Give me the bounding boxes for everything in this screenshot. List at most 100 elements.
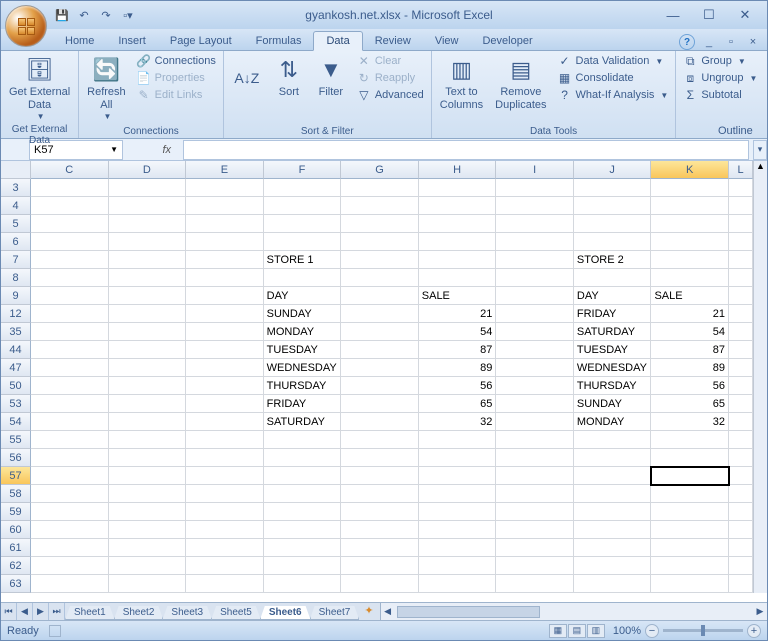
cell-I50[interactable] [496, 377, 574, 395]
cell-C4[interactable] [31, 197, 109, 215]
maximize-button[interactable]: ☐ [697, 7, 721, 23]
cell-G59[interactable] [341, 503, 419, 521]
cell-I6[interactable] [496, 233, 574, 251]
cell-J60[interactable] [574, 521, 652, 539]
vertical-scrollbar[interactable] [753, 341, 767, 359]
edit-links-button[interactable]: ✎Edit Links [134, 87, 219, 103]
sheet-tab-sheet2[interactable]: Sheet2 [114, 606, 164, 620]
cell-K62[interactable] [651, 557, 729, 575]
cell-L3[interactable] [729, 179, 753, 197]
cell-C50[interactable] [31, 377, 109, 395]
qat-customize-icon[interactable]: ▫▾ [119, 6, 137, 24]
cell-D63[interactable] [109, 575, 187, 593]
cell-L60[interactable] [729, 521, 753, 539]
cell-H35[interactable]: 54 [419, 323, 497, 341]
cell-G6[interactable] [341, 233, 419, 251]
cell-C63[interactable] [31, 575, 109, 593]
cell-E58[interactable] [186, 485, 264, 503]
cell-L9[interactable] [729, 287, 753, 305]
tab-review[interactable]: Review [363, 32, 423, 50]
cell-J6[interactable] [574, 233, 652, 251]
cell-K59[interactable] [651, 503, 729, 521]
text-to-columns-button[interactable]: ▥Text to Columns [436, 53, 487, 113]
data-validation-button[interactable]: ✓Data Validation▼ [555, 53, 672, 69]
cell-E8[interactable] [186, 269, 264, 287]
cell-E62[interactable] [186, 557, 264, 575]
vertical-scrollbar[interactable] [753, 557, 767, 575]
cell-K6[interactable] [651, 233, 729, 251]
cell-I59[interactable] [496, 503, 574, 521]
cell-C59[interactable] [31, 503, 109, 521]
cell-K50[interactable]: 56 [651, 377, 729, 395]
column-header-I[interactable]: I [496, 161, 574, 179]
cell-D61[interactable] [109, 539, 187, 557]
cell-K47[interactable]: 89 [651, 359, 729, 377]
cell-D7[interactable] [109, 251, 187, 269]
cell-G61[interactable] [341, 539, 419, 557]
cell-G9[interactable] [341, 287, 419, 305]
sort-asc-button[interactable]: A↓Z [228, 53, 266, 95]
cell-L6[interactable] [729, 233, 753, 251]
cell-D54[interactable] [109, 413, 187, 431]
advanced-button[interactable]: ▽Advanced [354, 87, 427, 103]
cell-H63[interactable] [419, 575, 497, 593]
cell-E3[interactable] [186, 179, 264, 197]
cell-L8[interactable] [729, 269, 753, 287]
ungroup-button[interactable]: ⧈Ungroup▼ [680, 70, 760, 86]
cell-L53[interactable] [729, 395, 753, 413]
cell-I58[interactable] [496, 485, 574, 503]
row-header-3[interactable]: 3 [1, 179, 31, 197]
vertical-scrollbar[interactable] [753, 431, 767, 449]
cell-I3[interactable] [496, 179, 574, 197]
save-icon[interactable]: 💾 [53, 6, 71, 24]
cell-C35[interactable] [31, 323, 109, 341]
ribbon-minimize-icon[interactable]: _ [701, 34, 717, 50]
cell-E55[interactable] [186, 431, 264, 449]
cell-K61[interactable] [651, 539, 729, 557]
redo-icon[interactable]: ↷ [97, 6, 115, 24]
cell-L57[interactable] [729, 467, 753, 485]
ribbon-close-icon[interactable]: × [745, 34, 761, 50]
cell-F55[interactable] [264, 431, 342, 449]
cell-J55[interactable] [574, 431, 652, 449]
cell-C57[interactable] [31, 467, 109, 485]
cell-C61[interactable] [31, 539, 109, 557]
cell-G63[interactable] [341, 575, 419, 593]
cell-D8[interactable] [109, 269, 187, 287]
cell-J58[interactable] [574, 485, 652, 503]
cell-F47[interactable]: WEDNESDAY [264, 359, 342, 377]
vertical-scrollbar[interactable] [753, 251, 767, 269]
tab-insert[interactable]: Insert [106, 32, 158, 50]
formula-expand-button[interactable]: ▾ [753, 140, 767, 160]
minimize-button[interactable]: — [661, 7, 685, 23]
zoom-in-button[interactable]: + [747, 624, 761, 638]
cell-H9[interactable]: SALE [419, 287, 497, 305]
cell-J8[interactable] [574, 269, 652, 287]
sheet-tab-sheet6[interactable]: Sheet6 [260, 606, 311, 620]
cell-E5[interactable] [186, 215, 264, 233]
cell-J62[interactable] [574, 557, 652, 575]
zoom-out-button[interactable]: − [645, 624, 659, 638]
cell-F9[interactable]: DAY [264, 287, 342, 305]
cell-L7[interactable] [729, 251, 753, 269]
cell-K44[interactable]: 87 [651, 341, 729, 359]
cell-K56[interactable] [651, 449, 729, 467]
cell-G3[interactable] [341, 179, 419, 197]
cell-E4[interactable] [186, 197, 264, 215]
cell-G4[interactable] [341, 197, 419, 215]
cell-F57[interactable] [264, 467, 342, 485]
cell-K35[interactable]: 54 [651, 323, 729, 341]
cell-G56[interactable] [341, 449, 419, 467]
cell-C5[interactable] [31, 215, 109, 233]
cell-H44[interactable]: 87 [419, 341, 497, 359]
cell-J5[interactable] [574, 215, 652, 233]
properties-button[interactable]: 📄Properties [134, 70, 219, 86]
sheet-tab-sheet5[interactable]: Sheet5 [211, 606, 261, 620]
cell-J47[interactable]: WEDNESDAY [574, 359, 652, 377]
cell-L58[interactable] [729, 485, 753, 503]
cell-K58[interactable] [651, 485, 729, 503]
cell-D47[interactable] [109, 359, 187, 377]
vertical-scrollbar[interactable] [753, 215, 767, 233]
cell-C47[interactable] [31, 359, 109, 377]
cell-E7[interactable] [186, 251, 264, 269]
